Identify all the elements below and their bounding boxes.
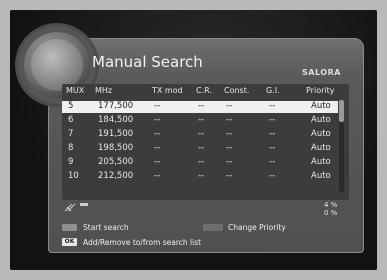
change-priority-label: Change Priority	[228, 223, 286, 232]
add-remove-label: Add/Remove to/from search list	[83, 238, 202, 247]
cell-mhz: 205,500	[98, 157, 134, 167]
cell-gi: --	[269, 171, 276, 181]
cell-priority: Auto	[311, 171, 331, 181]
cell-tx-mod: --	[154, 115, 161, 125]
header-priority: Priority	[306, 86, 335, 95]
ok-key-icon: OK	[62, 238, 77, 246]
cell-priority: Auto	[311, 129, 331, 139]
cell-mhz: 184,500	[98, 115, 134, 125]
antenna-icon	[64, 203, 76, 212]
signal-level-bar	[80, 203, 88, 206]
cell-mhz: 212,500	[98, 171, 134, 181]
cell-const: --	[226, 171, 233, 181]
cell-priority: Auto	[311, 101, 331, 111]
cell-const: --	[226, 129, 233, 139]
cell-cr: --	[198, 143, 205, 153]
signal-quality: 0 %	[324, 209, 338, 217]
cell-tx-mod: --	[154, 171, 161, 181]
brand-logo: SALORA	[302, 68, 341, 77]
cell-priority: Auto	[311, 143, 331, 153]
start-search-key-icon	[62, 224, 77, 231]
header-mux: MUX	[66, 86, 85, 95]
cell-mhz: 191,500	[98, 129, 134, 139]
cell-tx-mod: --	[154, 143, 161, 153]
cell-mhz: 177,500	[98, 101, 134, 111]
table-row[interactable]: 8 198,500 -- -- -- -- Auto	[62, 143, 338, 155]
cell-priority: Auto	[311, 157, 331, 167]
cell-cr: --	[198, 129, 205, 139]
signal-level: 4 %	[324, 201, 338, 209]
cell-const: --	[226, 143, 233, 153]
cell-gi: --	[269, 101, 276, 111]
cell-const: --	[226, 157, 233, 167]
table-row[interactable]: 7 191,500 -- -- -- -- Auto	[62, 129, 338, 141]
cell-tx-mod: --	[154, 101, 161, 111]
cell-mux: 5	[68, 101, 74, 111]
header-tx-mod: TX mod	[152, 86, 183, 95]
change-priority-key-icon	[203, 224, 223, 231]
signal-readout: 4 % 0 %	[324, 201, 337, 217]
cell-mux: 8	[68, 143, 74, 153]
page-title: Manual Search	[92, 53, 203, 71]
cell-mux: 7	[68, 129, 74, 139]
header-gi: G.I.	[266, 86, 280, 95]
table-row[interactable]: 10 212,500 -- -- -- -- Auto	[62, 171, 338, 183]
cell-tx-mod: --	[154, 129, 161, 139]
table-row[interactable]: 6 184,500 -- -- -- -- Auto	[62, 115, 338, 127]
cell-mhz: 198,500	[98, 143, 134, 153]
cell-const: --	[226, 115, 233, 125]
cell-mux: 6	[68, 115, 74, 125]
header-cr: C.R.	[196, 86, 212, 95]
cell-tx-mod: --	[154, 157, 161, 167]
header-mhz: MHz	[95, 86, 113, 95]
cell-gi: --	[269, 143, 276, 153]
cell-cr: --	[198, 157, 205, 167]
cell-cr: --	[198, 101, 205, 111]
cell-const: --	[226, 101, 233, 111]
cell-gi: --	[269, 157, 276, 167]
cell-gi: --	[269, 129, 276, 139]
table-header: MUX MHz TX mod C.R. Const. G.I. Priority	[62, 86, 349, 98]
cell-gi: --	[269, 115, 276, 125]
cell-mux: 9	[68, 157, 74, 167]
cell-cr: --	[198, 171, 205, 181]
cell-mux: 10	[68, 171, 79, 181]
cell-cr: --	[198, 115, 205, 125]
start-search-label: Start search	[83, 223, 129, 232]
table-row[interactable]: 5 177,500 -- -- -- -- Auto	[62, 101, 338, 113]
table-row[interactable]: 9 205,500 -- -- -- -- Auto	[62, 157, 338, 169]
scrollbar-thumb[interactable]	[339, 100, 344, 122]
cell-priority: Auto	[311, 115, 331, 125]
header-const: Const.	[224, 86, 250, 95]
